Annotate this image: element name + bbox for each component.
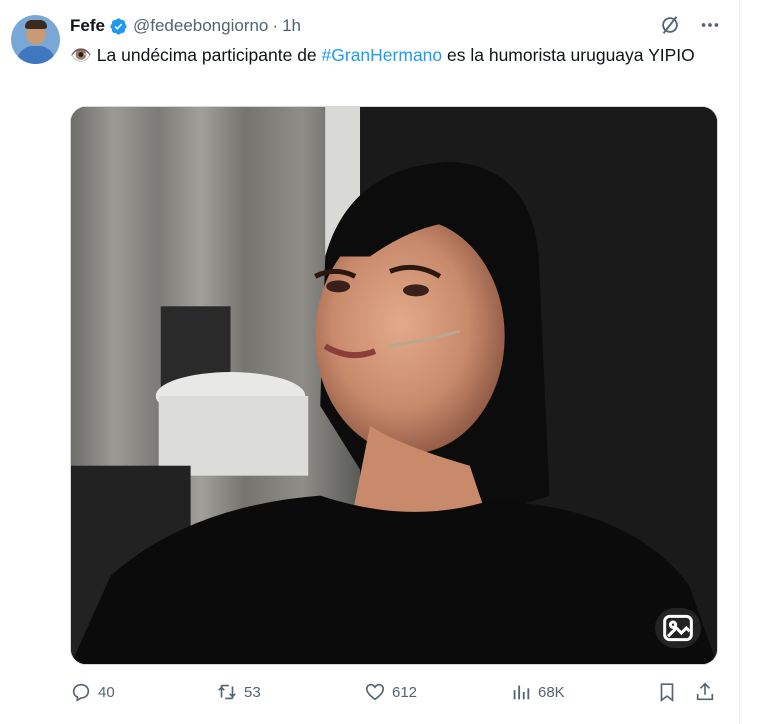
alt-text-icon [663, 614, 693, 642]
tweet-actions: 40 53 612 68K [70, 676, 720, 710]
views-button[interactable]: 68K [510, 681, 565, 703]
like-count: 612 [392, 683, 418, 701]
avatar[interactable] [11, 15, 60, 64]
tweet-text-start: La undécima participante de [96, 45, 322, 65]
hashtag-link[interactable]: #GranHermano [322, 45, 443, 65]
reply-button[interactable]: 40 [70, 681, 115, 703]
grok-icon[interactable] [659, 14, 681, 36]
separator-dot: · [272, 16, 279, 35]
verified-badge-icon [110, 17, 127, 35]
retweet-button[interactable]: 53 [216, 681, 261, 703]
photo-illustration [71, 107, 717, 664]
like-icon [365, 683, 385, 701]
user-handle[interactable]: @fedeebongiorno [133, 16, 268, 36]
display-name[interactable]: Fefe [70, 16, 105, 36]
top-actions [659, 14, 721, 36]
timestamp[interactable]: 1h [282, 16, 301, 36]
tweet-photo[interactable] [70, 106, 718, 665]
bookmark-icon [660, 683, 674, 702]
reply-icon [72, 683, 90, 702]
tweet-text: 👁️ La undécima participante de #GranHerma… [70, 43, 720, 68]
view-count: 68K [538, 683, 565, 701]
retweet-icon [218, 684, 236, 700]
share-icon [696, 682, 714, 701]
alt-text-badge[interactable] [655, 608, 701, 648]
tweet-header: Fefe @fedeebongiorno · 1h [70, 14, 301, 38]
bookmark-button[interactable] [656, 681, 678, 703]
eye-emoji: 👁️ [70, 45, 92, 65]
more-icon[interactable] [699, 14, 721, 36]
tweet-text-end: es la humorista uruguaya YIPIO [442, 45, 695, 65]
tweet-card[interactable]: Fefe @fedeebongiorno · 1h 👁️ La undécima … [0, 0, 740, 724]
retweet-count: 53 [244, 683, 261, 701]
reply-count: 40 [98, 683, 115, 701]
like-button[interactable]: 612 [364, 681, 417, 703]
share-button[interactable] [694, 681, 716, 703]
views-icon [513, 685, 530, 700]
